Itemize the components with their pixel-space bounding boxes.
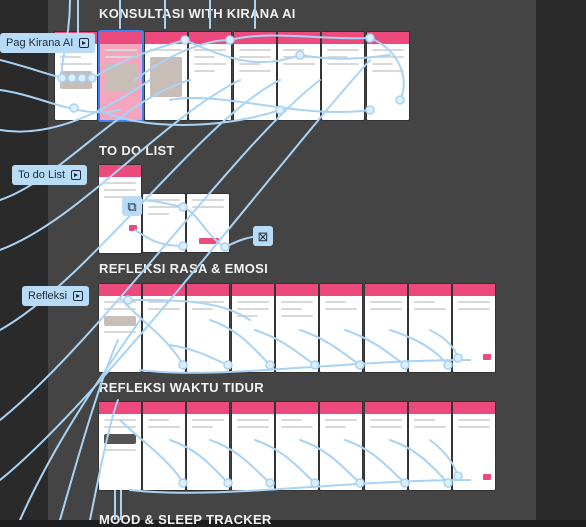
play-frame-icon: [73, 291, 84, 301]
flow-label-text: Refleksi: [28, 290, 68, 302]
play-frame-icon: [79, 38, 90, 48]
close-icon[interactable]: ⊠: [253, 226, 273, 246]
component-icon[interactable]: ⧉: [122, 196, 142, 216]
flow-label-text: Pag Kirana AI: [6, 37, 74, 49]
flow-start-kirana[interactable]: Pag Kirana AI: [0, 33, 96, 53]
flow-start-todo[interactable]: To do List: [12, 165, 88, 185]
flow-start-refleksi[interactable]: Refleksi: [22, 286, 90, 306]
flow-label-text: To do List: [18, 169, 66, 181]
play-frame-icon: [71, 170, 82, 180]
prototype-canvas[interactable]: KONSULTASI WITH KIRANA AI TO DO LIST REF…: [0, 0, 586, 527]
prototype-connections: [0, 0, 471, 520]
